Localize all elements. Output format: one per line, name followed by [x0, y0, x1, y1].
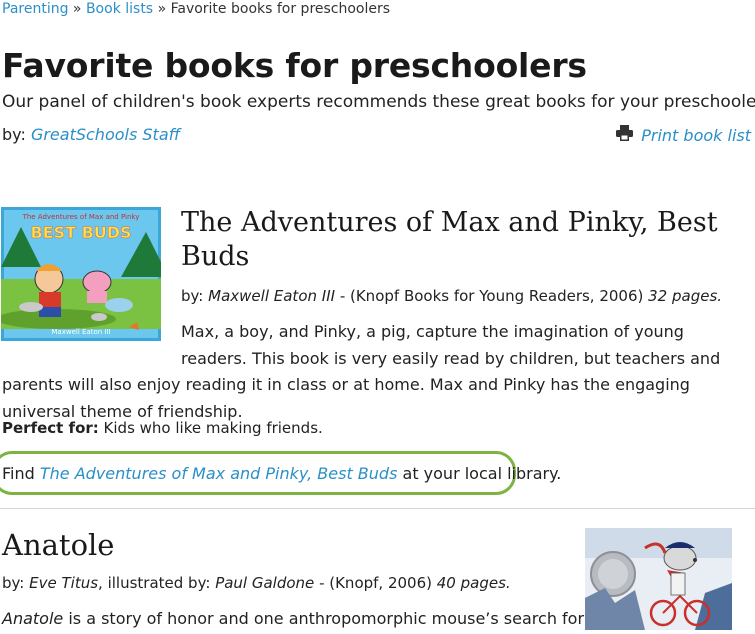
illustrated-label: , illustrated by:	[98, 574, 216, 592]
book-meta: by: Maxwell Eaton III - (Knopf Books for…	[181, 287, 722, 305]
breadcrumb-link-book-lists[interactable]: Book lists	[86, 1, 153, 17]
perfect-for-text: Kids who like making friends.	[98, 419, 323, 437]
by-label: by:	[2, 574, 25, 592]
book-author: Maxwell Eaton III	[208, 287, 336, 305]
book-author: Eve Titus	[29, 574, 99, 592]
breadcrumb-separator: »	[157, 1, 167, 17]
book-meta: by: Eve Titus, illustrated by: Paul Gald…	[2, 574, 511, 592]
print-book-list-link[interactable]: Print book list	[641, 126, 751, 145]
book-publisher: - (Knopf Books for Young Readers, 2006)	[335, 287, 649, 305]
book-publisher: - (Knopf, 2006)	[314, 574, 437, 592]
perfect-for-label: Perfect for:	[2, 419, 99, 437]
book-description: Anatole is a story of honor and one anth…	[2, 609, 584, 628]
breadcrumb-current: Favorite books for preschoolers	[170, 1, 391, 17]
cover-series-title: The Adventures of Max and Pinky	[22, 213, 140, 221]
find-at-library: Find The Adventures of Max and Pinky, Be…	[2, 464, 561, 483]
book-cover-anatole[interactable]	[585, 528, 732, 630]
page-title: Favorite books for preschoolers	[2, 46, 587, 85]
book-pages: 40 pages.	[436, 574, 511, 592]
book-pages: 32 pages.	[648, 287, 723, 305]
find-suffix: at your local library.	[397, 464, 562, 483]
find-prefix: Find	[2, 464, 40, 483]
perfect-for: Perfect for: Kids who like making friend…	[2, 419, 323, 437]
book-title[interactable]: Anatole	[2, 528, 114, 562]
book-description-text: is a story of honor and one anthropomorp…	[63, 609, 585, 628]
book-title[interactable]: The Adventures of Max and Pinky, Best Bu…	[181, 206, 741, 274]
by-label: by:	[181, 287, 204, 305]
divider	[0, 508, 755, 509]
print-book-list[interactable]: Print book list	[616, 125, 751, 145]
author-link[interactable]: GreatSchools Staff	[31, 125, 180, 144]
page-intro: Our panel of children's book experts rec…	[2, 92, 755, 112]
breadcrumb: Parenting » Book lists » Favorite books …	[2, 1, 390, 17]
book-description-title: Anatole	[2, 609, 64, 628]
printer-icon[interactable]	[616, 125, 634, 145]
cover-title: BEST BUDS	[30, 223, 131, 242]
find-book-link[interactable]: The Adventures of Max and Pinky, Best Bu…	[40, 464, 398, 483]
breadcrumb-link-parenting[interactable]: Parenting	[2, 1, 68, 17]
breadcrumb-separator: »	[72, 1, 82, 17]
book-illustrator: Paul Galdone	[215, 574, 315, 592]
by-label: by:	[2, 125, 26, 144]
page-byline: by: GreatSchools Staff	[2, 125, 180, 144]
book-description: Max, a boy, and Pinky, a pig, capture th…	[2, 319, 754, 425]
